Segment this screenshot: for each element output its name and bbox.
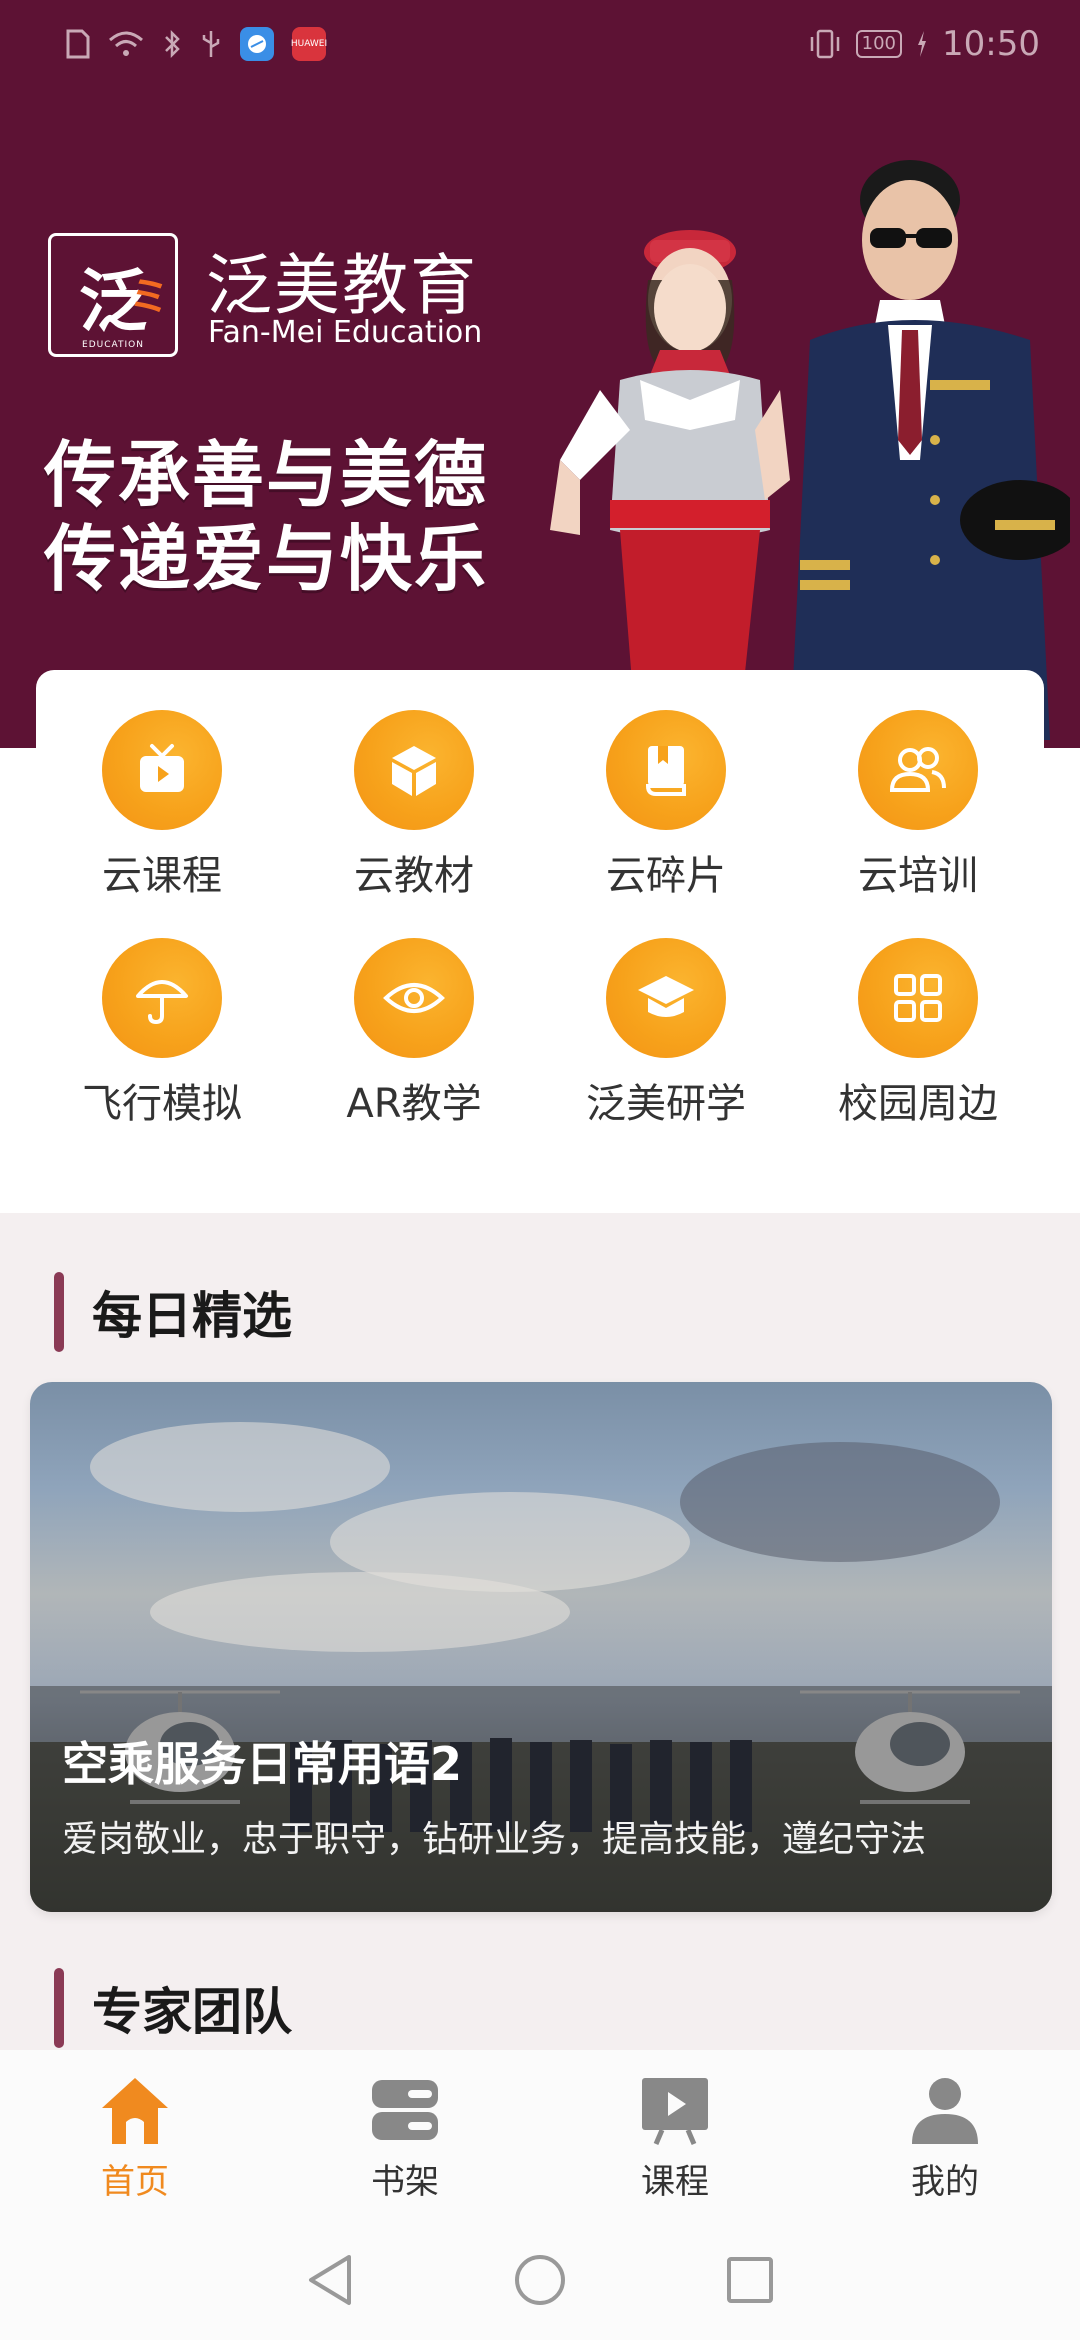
section-title: 每日精选 [92, 1287, 292, 1345]
nav-profile[interactable]: 我的 [810, 2050, 1080, 2220]
huawei-appgallery-icon: HUAWEI [291, 27, 327, 61]
course-icon [635, 2070, 715, 2150]
nav-label: 我的 [911, 2162, 979, 2202]
menu-label: 云碎片 [606, 853, 726, 899]
usb-icon [200, 29, 222, 59]
cloud [150, 1572, 570, 1652]
nav-course[interactable]: 课程 [540, 2050, 810, 2220]
users-icon [858, 710, 978, 830]
feature-menu-grid: 云课程 云教材 云碎片 云培训 飞行模拟 AR教学 泛美研学 校园周边 [36, 710, 1044, 1130]
menu-item-campus-nearby[interactable]: 校园周边 [792, 938, 1044, 1130]
menu-label: AR教学 [346, 1081, 482, 1127]
menu-item-cloud-course[interactable]: 云课程 [36, 710, 288, 902]
feature-subtitle: 爱岗敬业，忠于职守，钻研业务，提高技能，遵纪守法 [62, 1819, 927, 1860]
menu-label: 云培训 [858, 853, 978, 899]
status-time: 10:50 [942, 24, 1040, 64]
menu-item-ar-teaching[interactable]: AR教学 [288, 938, 540, 1130]
bookshelf-icon [365, 2070, 445, 2150]
recents-icon[interactable] [720, 2250, 780, 2310]
menu-item-fanmei-study[interactable]: 泛美研学 [540, 938, 792, 1130]
grid-icon [858, 938, 978, 1058]
section-accent-bar [54, 1968, 64, 2048]
nav-label: 课程 [641, 2162, 709, 2202]
charging-icon [916, 31, 928, 57]
menu-label: 泛美研学 [586, 1081, 746, 1127]
menu-label: 飞行模拟 [82, 1081, 242, 1127]
sim-icon [66, 29, 90, 59]
daily-section-header: 每日精选 [54, 1272, 292, 1352]
menu-item-cloud-textbook[interactable]: 云教材 [288, 710, 540, 902]
section-title: 专家团队 [92, 1983, 292, 2041]
brand-logo: 泛ミ EDUCATION [48, 233, 178, 357]
eye-icon [354, 938, 474, 1058]
menu-item-cloud-training[interactable]: 云培训 [792, 710, 1044, 902]
menu-item-flight-sim[interactable]: 飞行模拟 [36, 938, 288, 1130]
experts-section-header: 专家团队 [54, 1968, 292, 2048]
browser-app-icon [240, 27, 274, 61]
menu-label: 校园周边 [838, 1081, 998, 1127]
wifi-icon [108, 30, 144, 58]
hero-banner[interactable]: 泛ミ EDUCATION 泛美教育 Fan-Mei Education 传承善与… [0, 0, 1080, 748]
feature-title: 空乘服务日常用语2 [62, 1737, 463, 1791]
tv-icon [102, 710, 222, 830]
pilot-illustration [790, 160, 1070, 740]
nav-label: 首页 [101, 2162, 169, 2202]
battery-indicator: 100 [855, 30, 903, 58]
bluetooth-icon [162, 29, 182, 59]
bottom-navigation: 首页 书架 课程 我的 [0, 2050, 1080, 2220]
system-navigation-bar [0, 2220, 1080, 2340]
profile-icon [905, 2070, 985, 2150]
box-icon [354, 710, 474, 830]
nav-bookshelf[interactable]: 书架 [270, 2050, 540, 2220]
status-bar: HUAWEI 100 10:50 [0, 0, 1080, 88]
logo-mark: 泛ミ [78, 261, 169, 342]
brand-name-cn: 泛美教育 [206, 247, 478, 324]
logo-subtitle: EDUCATION [82, 340, 144, 350]
graduation-cap-icon [606, 938, 726, 1058]
back-icon[interactable] [300, 2250, 360, 2310]
home-circle-icon[interactable] [510, 2250, 570, 2310]
feature-caption-overlay [30, 1686, 1052, 1912]
menu-label: 云教材 [354, 853, 474, 899]
section-accent-bar [54, 1272, 64, 1352]
book-icon [606, 710, 726, 830]
slogan-line-2: 传递爱与快乐 [44, 517, 489, 601]
stewardess-illustration [550, 230, 790, 720]
vibrate-icon [808, 29, 842, 59]
cloud [90, 1422, 390, 1512]
nav-home[interactable]: 首页 [0, 2050, 270, 2220]
umbrella-icon [102, 938, 222, 1058]
menu-label: 云课程 [102, 853, 222, 899]
brand-name-en: Fan-Mei Education [208, 315, 483, 350]
cloud [680, 1442, 1000, 1562]
featured-lesson-card[interactable]: 空乘服务日常用语2 爱岗敬业，忠于职守，钻研业务，提高技能，遵纪守法 [30, 1382, 1052, 1912]
nav-label: 书架 [371, 2162, 439, 2202]
home-icon [95, 2070, 175, 2150]
menu-item-cloud-fragment[interactable]: 云碎片 [540, 710, 792, 902]
